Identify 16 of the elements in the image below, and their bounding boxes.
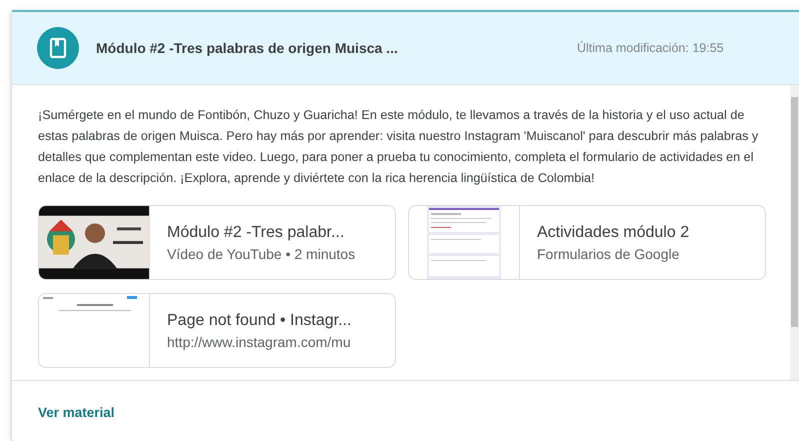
attachment-subtitle: Formularios de Google [537, 246, 680, 262]
bookmark-page-icon [37, 27, 79, 69]
attachment-subtitle: Vídeo de YouTube • 2 minutos [167, 246, 356, 262]
last-modified-text: Última modificación: 19:55 [577, 41, 724, 55]
scrollbar[interactable] [790, 85, 799, 380]
description-text: ¡Sumérgete en el mundo de Fontibón, Chuzo y Guaricha! En este módulo, te llevamos a través de la historia y el uso actual de estas palabras de origen Muisca. Pero hay más por aprender: visita nuestro Instagram 'Muiscanol' para descubrir más palabras y detalles que complementan este video. Luego, para poner a prueba tu conocimiento, completa el formulario de actividades en el enlace de la descripción. ¡Explora, aprende y diviértete con la rica herencia lingüística de Colombia! [38, 107, 760, 187]
attachment-card[interactable]: Actividades módulo 2 Formularios de Google [408, 205, 766, 280]
scrollbar-thumb[interactable] [791, 97, 798, 327]
attachment-card[interactable]: Page not found • Instagr... http://www.instagram.com/mu [38, 293, 396, 368]
material-title: Módulo #2 -Tres palabras de origen Muisca ... [96, 40, 399, 56]
attachment-title: Módulo #2 -Tres palabr... [167, 224, 346, 242]
attachment-title: Actividades módulo 2 [537, 224, 690, 242]
attachment-title: Page not found • Instagr... [167, 312, 352, 330]
attachment-card[interactable]: Módulo #2 -Tres palabr... Vídeo de YouTube • 2 minutos [38, 205, 396, 280]
attachment-subtitle: http://www.instagram.com/mu [167, 334, 352, 350]
view-material-link[interactable]: Ver material [38, 404, 115, 420]
